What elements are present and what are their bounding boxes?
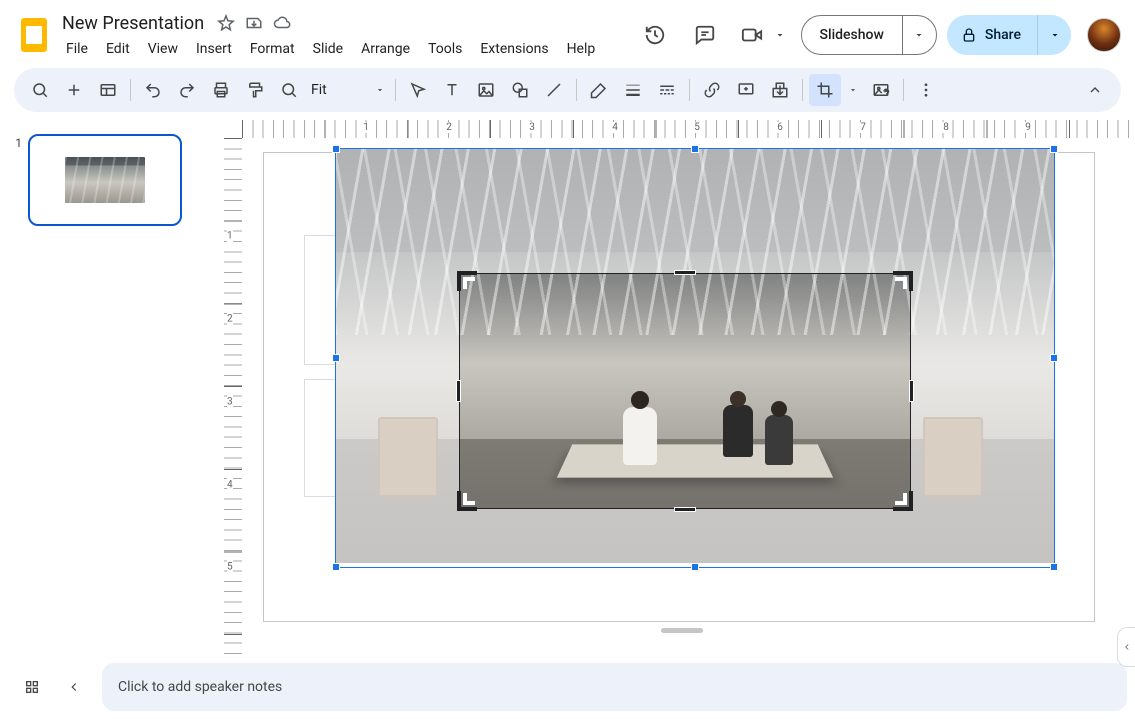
- ruler-v-tick: 2: [227, 312, 233, 327]
- document-title[interactable]: New Presentation: [58, 12, 208, 35]
- star-icon[interactable]: [216, 13, 236, 33]
- print-button[interactable]: [205, 74, 237, 106]
- meet-icon[interactable]: [735, 15, 769, 55]
- move-icon[interactable]: [244, 13, 264, 33]
- select-tool-button[interactable]: [402, 74, 434, 106]
- share-label: Share: [985, 27, 1021, 43]
- insert-comment-button[interactable]: [730, 74, 762, 106]
- menu-format[interactable]: Format: [242, 37, 303, 61]
- grid-view-button[interactable]: [18, 673, 46, 701]
- crop-handle-br[interactable]: [893, 491, 913, 511]
- insert-line-button[interactable]: [538, 74, 570, 106]
- toolbar: Fit: [14, 68, 1121, 112]
- ruler-v-tick: 3: [227, 395, 233, 410]
- zoom-dropdown[interactable]: Fit: [307, 82, 389, 98]
- ruler-h-tick: 2: [443, 122, 455, 133]
- slideshow-button[interactable]: Slideshow: [802, 16, 902, 54]
- ruler-h-tick: 7: [857, 122, 869, 133]
- crop-handle-tr[interactable]: [893, 271, 913, 291]
- menu-bar: File Edit View Insert Format Slide Arran…: [58, 35, 603, 61]
- ruler-h-tick: 4: [609, 122, 621, 133]
- header: New Presentation File Edit View Insert F…: [0, 0, 1135, 64]
- slide-number: 1: [12, 134, 22, 651]
- crop-handle-left[interactable]: [456, 380, 461, 402]
- search-menus-button[interactable]: [24, 74, 56, 106]
- crop-handle-right[interactable]: [909, 380, 914, 402]
- meet-dropdown-icon[interactable]: [769, 15, 791, 55]
- crop-handle-bl[interactable]: [457, 491, 477, 511]
- slide-thumbnail-1[interactable]: [28, 134, 182, 226]
- ruler-h-tick: 9: [1022, 122, 1034, 133]
- undo-button[interactable]: [137, 74, 169, 106]
- explore-tab[interactable]: [1117, 627, 1135, 667]
- slideshow-button-group: Slideshow: [801, 15, 937, 55]
- menu-help[interactable]: Help: [559, 37, 604, 61]
- paint-format-button[interactable]: [239, 74, 271, 106]
- crop-handle-tl[interactable]: [457, 271, 477, 291]
- zoom-out-button[interactable]: [273, 74, 305, 106]
- resize-handle[interactable]: [691, 563, 699, 571]
- ruler-v-tick: 5: [227, 560, 233, 575]
- more-options-button[interactable]: [910, 74, 942, 106]
- mask-image-button[interactable]: [764, 74, 796, 106]
- history-icon[interactable]: [635, 15, 675, 55]
- vertical-ruler[interactable]: 1 2 3 4 5: [224, 138, 242, 661]
- resize-handle[interactable]: [1050, 563, 1058, 571]
- ruler-v-tick: 1: [227, 229, 233, 244]
- border-weight-button[interactable]: [617, 74, 649, 106]
- lock-icon: [961, 27, 977, 43]
- menu-arrange[interactable]: Arrange: [353, 37, 418, 61]
- comments-icon[interactable]: [685, 15, 725, 55]
- border-dash-button[interactable]: [651, 74, 683, 106]
- menu-slide[interactable]: Slide: [305, 37, 351, 61]
- ruler-v-tick: 4: [227, 478, 233, 493]
- ruler-h-tick: 6: [774, 122, 786, 133]
- new-slide-layout-button[interactable]: [92, 74, 124, 106]
- menu-file[interactable]: File: [58, 37, 96, 61]
- share-button-group: Share: [947, 15, 1071, 55]
- speaker-notes[interactable]: Click to add speaker notes: [102, 663, 1127, 711]
- filmstrip: 1: [0, 120, 210, 661]
- speaker-notes-placeholder: Click to add speaker notes: [118, 679, 282, 695]
- crop-dropdown[interactable]: [843, 74, 863, 106]
- textbox-button[interactable]: [436, 74, 468, 106]
- crop-handle-bottom[interactable]: [674, 507, 696, 512]
- ruler-h-tick: 8: [940, 122, 952, 133]
- ruler-h-tick: 1: [360, 122, 372, 133]
- zoom-label: Fit: [311, 82, 327, 98]
- border-color-button[interactable]: [583, 74, 615, 106]
- ruler-h-tick: 3: [526, 122, 538, 133]
- crop-image-button[interactable]: [809, 74, 841, 106]
- ruler-h-tick: 5: [691, 122, 703, 133]
- insert-image-button[interactable]: [470, 74, 502, 106]
- redo-button[interactable]: [171, 74, 203, 106]
- insert-shape-button[interactable]: [504, 74, 536, 106]
- horizontal-ruler[interactable]: 1 2 3 4 5 6 7 8 9: [242, 120, 1135, 138]
- bottom-bar: Click to add speaker notes: [0, 661, 1135, 719]
- menu-extensions[interactable]: Extensions: [472, 37, 556, 61]
- menu-view[interactable]: View: [140, 37, 186, 61]
- reset-image-button[interactable]: [865, 74, 897, 106]
- resize-handle[interactable]: [332, 563, 340, 571]
- menu-insert[interactable]: Insert: [188, 37, 240, 61]
- account-avatar[interactable]: [1087, 18, 1121, 52]
- collapse-filmstrip-button[interactable]: [60, 673, 88, 701]
- notes-resize-handle[interactable]: [661, 628, 703, 633]
- cloud-status-icon[interactable]: [272, 13, 292, 33]
- selected-image[interactable]: [335, 148, 1055, 563]
- collapse-toolbar-button[interactable]: [1079, 74, 1111, 106]
- slide-canvas[interactable]: [264, 153, 1094, 621]
- menu-tools[interactable]: Tools: [420, 37, 470, 61]
- share-dropdown[interactable]: [1037, 15, 1071, 55]
- canvas-area: 1 2 3 4 5 6 7 8 9 1 2 3 4 5: [210, 120, 1135, 661]
- menu-edit[interactable]: Edit: [98, 37, 138, 61]
- slides-logo[interactable]: [14, 15, 54, 55]
- slideshow-dropdown[interactable]: [902, 16, 936, 54]
- crop-handle-top[interactable]: [674, 270, 696, 275]
- crop-region[interactable]: [459, 273, 911, 509]
- share-button[interactable]: Share: [947, 15, 1037, 55]
- new-slide-button[interactable]: [58, 74, 90, 106]
- insert-link-button[interactable]: [696, 74, 728, 106]
